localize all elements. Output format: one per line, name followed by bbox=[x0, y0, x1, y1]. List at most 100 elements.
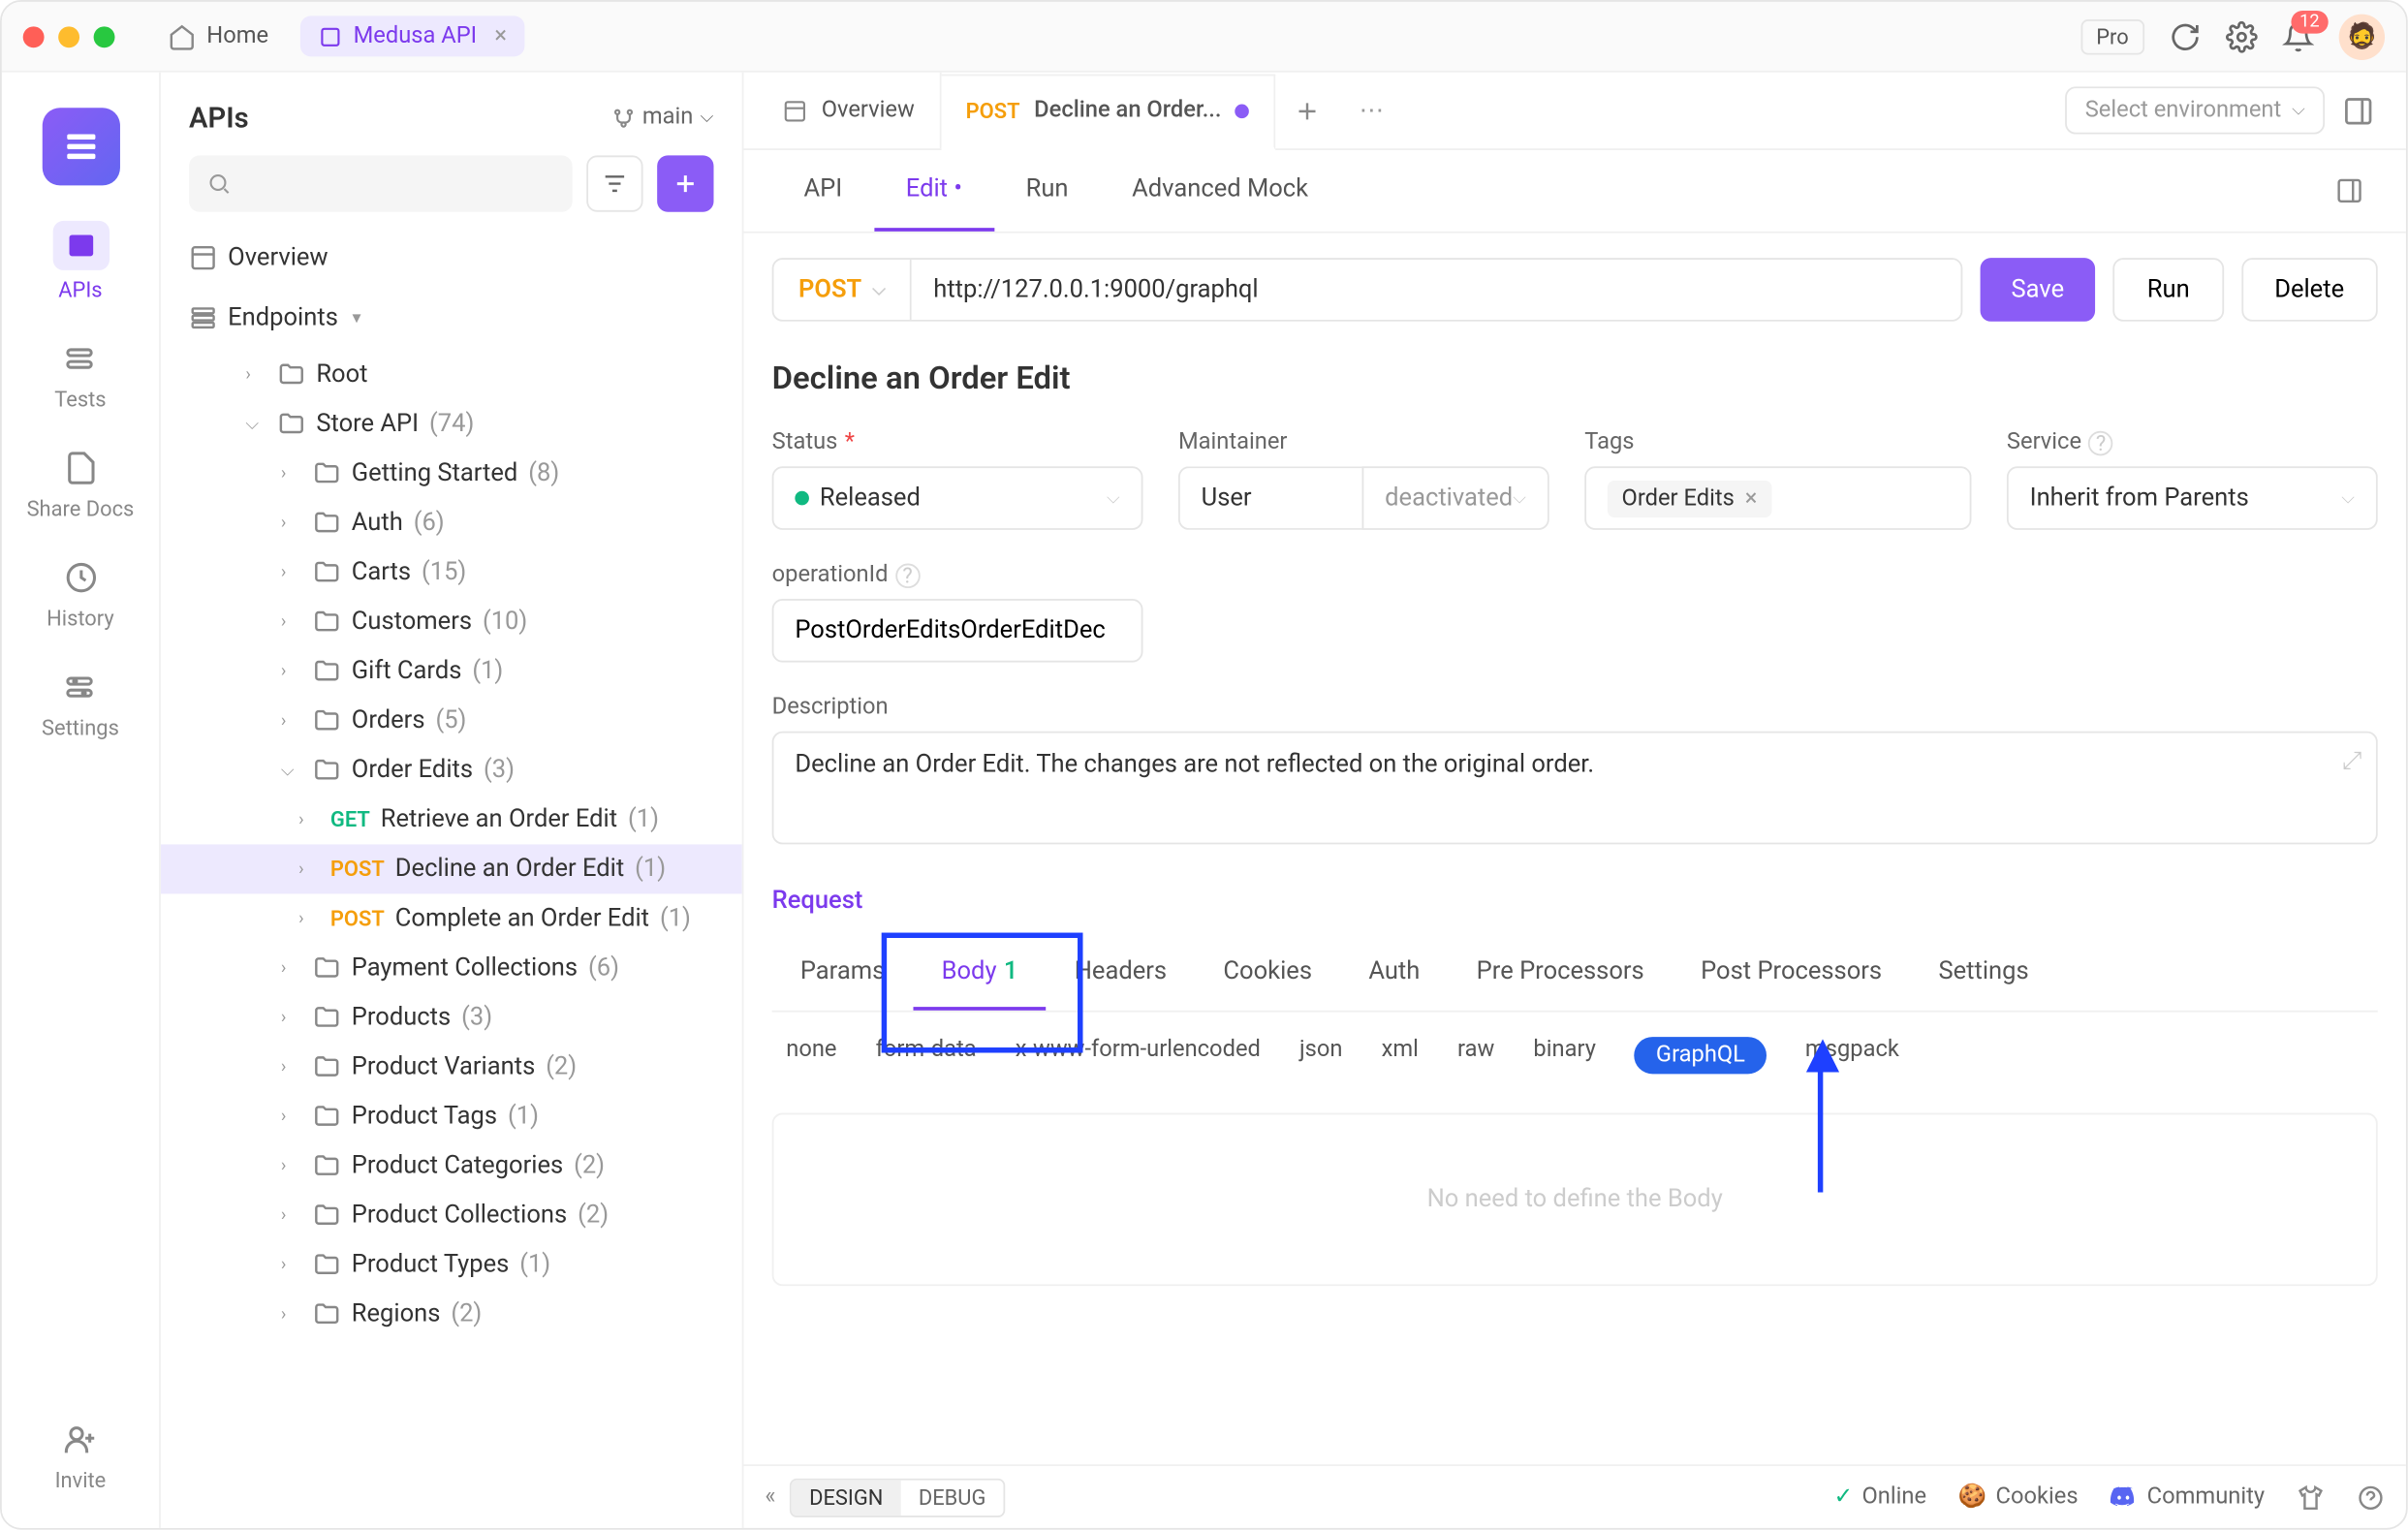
subtab-edit[interactable]: Edit • bbox=[874, 150, 994, 232]
delete-button[interactable]: Delete bbox=[2241, 258, 2378, 322]
app-logo[interactable] bbox=[42, 108, 119, 185]
tab-overview[interactable]: Overview bbox=[758, 73, 941, 148]
tree-folder[interactable]: ›Orders (5) bbox=[161, 696, 742, 745]
add-tab-button[interactable] bbox=[1276, 96, 1340, 124]
cookies-link[interactable]: 🍪Cookies bbox=[1958, 1483, 2079, 1510]
req-tab-auth[interactable]: Auth bbox=[1340, 936, 1448, 1011]
tree-endpoint[interactable]: ›GETRetrieve an Order Edit (1) bbox=[161, 795, 742, 844]
body-type-xml[interactable]: xml bbox=[1382, 1037, 1419, 1074]
method-selector[interactable]: POST ⌵ bbox=[773, 260, 912, 320]
tree-folder[interactable]: ⌵Store API (74) bbox=[161, 399, 742, 449]
online-status[interactable]: ✓Online bbox=[1834, 1483, 1927, 1510]
folder-icon bbox=[313, 509, 341, 537]
gear-icon[interactable] bbox=[2226, 20, 2258, 52]
tree-folder[interactable]: ›Product Collections (2) bbox=[161, 1191, 742, 1240]
minimize-window[interactable] bbox=[58, 25, 79, 47]
help-icon[interactable]: ? bbox=[2088, 430, 2113, 455]
tree-folder[interactable]: ›Regions (2) bbox=[161, 1290, 742, 1339]
run-button[interactable]: Run bbox=[2113, 258, 2223, 322]
req-tab-post[interactable]: Post Processors bbox=[1673, 936, 1910, 1011]
req-tab-params[interactable]: Params bbox=[772, 936, 914, 1011]
service-select[interactable]: Inherit from Parents⌵ bbox=[2007, 466, 2378, 530]
body-type-msgpack[interactable]: msgpack bbox=[1805, 1037, 1899, 1074]
home-tab[interactable]: Home bbox=[150, 15, 286, 57]
tree-endpoint[interactable]: ›POSTComplete an Order Edit (1) bbox=[161, 893, 742, 943]
overview-link[interactable]: Overview bbox=[161, 234, 742, 283]
branch-selector[interactable]: main ⌵ bbox=[610, 105, 713, 131]
tree-folder[interactable]: ›Customers (10) bbox=[161, 597, 742, 646]
add-button[interactable] bbox=[657, 155, 713, 211]
description-input[interactable]: Decline an Order Edit. The changes are n… bbox=[772, 732, 2378, 845]
refresh-icon[interactable] bbox=[2170, 20, 2202, 52]
filter-button[interactable] bbox=[586, 155, 642, 211]
tab-menu-button[interactable]: ⋯ bbox=[1340, 96, 1404, 124]
rail-apis[interactable]: APIs bbox=[52, 221, 109, 302]
pro-badge[interactable]: Pro bbox=[2080, 18, 2144, 53]
req-tab-cookies[interactable]: Cookies bbox=[1195, 936, 1340, 1011]
tshirt-icon[interactable] bbox=[2297, 1483, 2325, 1511]
tree-folder[interactable]: ›Gift Cards (1) bbox=[161, 646, 742, 696]
project-tab[interactable]: Medusa API × bbox=[300, 16, 524, 56]
tree-folder[interactable]: ›Product Types (1) bbox=[161, 1240, 742, 1290]
community-link[interactable]: Community bbox=[2110, 1483, 2265, 1511]
tree-folder[interactable]: ⌵Order Edits (3) bbox=[161, 745, 742, 795]
panel-icon[interactable] bbox=[2335, 176, 2363, 204]
tree-folder[interactable]: ›Product Tags (1) bbox=[161, 1092, 742, 1141]
design-toggle[interactable]: DESIGN bbox=[792, 1480, 901, 1514]
help-icon[interactable]: ? bbox=[895, 563, 921, 588]
tree-folder[interactable]: ›Auth (6) bbox=[161, 498, 742, 547]
chevron-icon: › bbox=[281, 662, 302, 681]
endpoints-link[interactable]: Endpoints ▾ bbox=[161, 294, 742, 343]
subtab-run[interactable]: Run bbox=[994, 150, 1101, 232]
body-type-urlencoded[interactable]: x-www-form-urlencoded bbox=[1016, 1037, 1261, 1074]
status-select[interactable]: Released ⌵ bbox=[772, 466, 1143, 530]
help-icon[interactable] bbox=[2357, 1483, 2385, 1511]
tree-folder[interactable]: ›Carts (15) bbox=[161, 547, 742, 597]
rail-share-docs[interactable]: Share Docs bbox=[27, 447, 135, 521]
tree-folder[interactable]: ›Product Categories (2) bbox=[161, 1141, 742, 1191]
tab-active-endpoint[interactable]: POST Decline an Order... bbox=[941, 74, 1276, 149]
body-type-none[interactable]: none bbox=[786, 1037, 836, 1074]
tree-folder[interactable]: ›Products (3) bbox=[161, 993, 742, 1043]
avatar[interactable]: 🧔 bbox=[2339, 14, 2385, 59]
remove-tag-icon[interactable]: × bbox=[1745, 484, 1758, 511]
close-window[interactable] bbox=[23, 25, 45, 47]
rail-tests[interactable]: Tests bbox=[54, 337, 106, 412]
tree-folder[interactable]: ›Root bbox=[161, 350, 742, 399]
body-type-raw[interactable]: raw bbox=[1457, 1037, 1494, 1074]
collapse-icon[interactable]: « bbox=[765, 1483, 775, 1510]
url-input[interactable] bbox=[912, 260, 1959, 320]
req-tab-settings[interactable]: Settings bbox=[1910, 936, 2057, 1011]
body-type-binary[interactable]: binary bbox=[1533, 1037, 1596, 1074]
folder-icon bbox=[313, 608, 341, 636]
operationid-input[interactable] bbox=[772, 599, 1143, 663]
body-type-form-data[interactable]: form-data bbox=[876, 1037, 977, 1074]
subtab-api[interactable]: API bbox=[772, 150, 874, 232]
subtab-mock[interactable]: Advanced Mock bbox=[1100, 150, 1340, 232]
rail-history[interactable]: History bbox=[47, 556, 114, 631]
search-input[interactable] bbox=[189, 155, 573, 211]
req-tab-body[interactable]: Body1 bbox=[913, 936, 1046, 1011]
rail-settings[interactable]: Settings bbox=[42, 666, 119, 740]
tree-folder[interactable]: ›Getting Started (8) bbox=[161, 449, 742, 498]
titlebar: Home Medusa API × Pro 12 🧔 bbox=[2, 2, 2406, 73]
environment-selector[interactable]: Select environment ⌵ bbox=[2066, 86, 2325, 134]
debug-toggle[interactable]: DEBUG bbox=[901, 1480, 1004, 1514]
layout-toggle-button[interactable] bbox=[2342, 95, 2374, 127]
tree-folder[interactable]: ›Payment Collections (6) bbox=[161, 943, 742, 992]
maintainer-type-select[interactable]: User bbox=[1178, 466, 1362, 530]
expand-icon[interactable]: ⤢ bbox=[2342, 747, 2361, 775]
close-tab-icon[interactable]: × bbox=[494, 23, 507, 49]
notifications-button[interactable]: 12 bbox=[2282, 20, 2314, 52]
tags-input[interactable]: Order Edits × bbox=[1584, 466, 1971, 530]
req-tab-headers[interactable]: Headers bbox=[1047, 936, 1196, 1011]
req-tab-pre[interactable]: Pre Processors bbox=[1449, 936, 1673, 1011]
save-button[interactable]: Save bbox=[1980, 258, 2096, 322]
rail-invite[interactable]: Invite bbox=[55, 1419, 107, 1493]
tree-folder[interactable]: ›Product Variants (2) bbox=[161, 1043, 742, 1092]
maximize-window[interactable] bbox=[94, 25, 115, 47]
tree-endpoint[interactable]: ›POSTDecline an Order Edit (1) bbox=[161, 844, 742, 893]
maintainer-value-select[interactable]: deactivated⌵ bbox=[1361, 466, 1548, 530]
body-type-json[interactable]: json bbox=[1299, 1037, 1343, 1074]
body-type-graphql[interactable]: GraphQL bbox=[1635, 1037, 1767, 1074]
